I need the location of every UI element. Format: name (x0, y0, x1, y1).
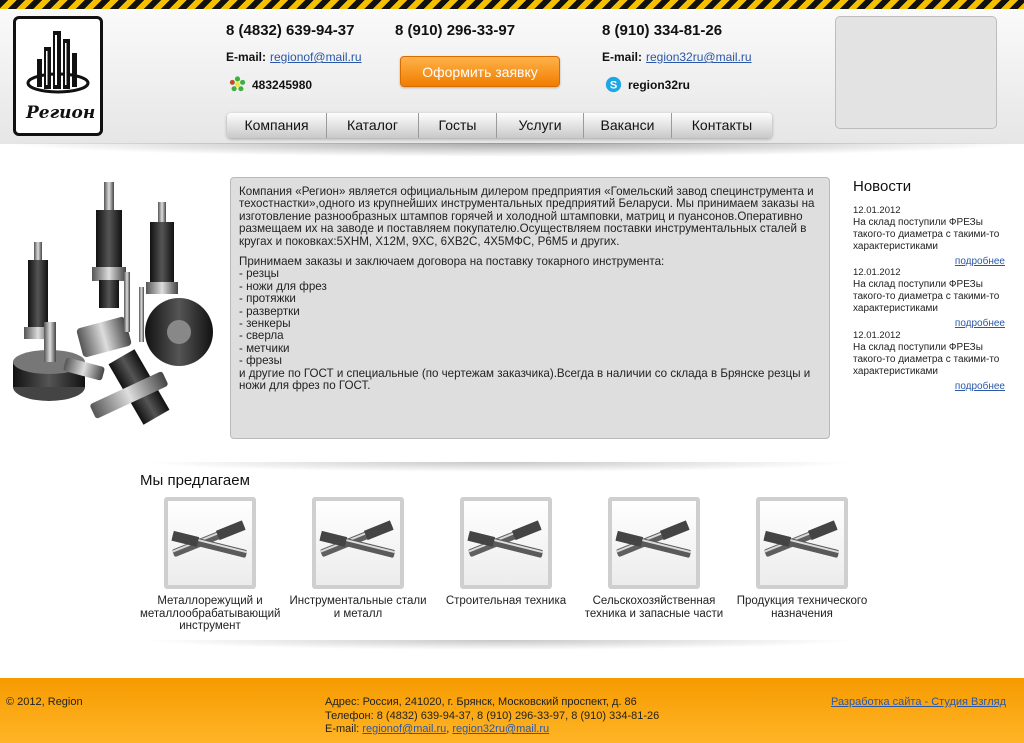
news-more-link[interactable]: подробнее (853, 381, 1005, 393)
skype-icon: S (605, 76, 622, 93)
taps-icon (319, 520, 396, 558)
nav-item-vacancies[interactable]: Ваканси (584, 113, 672, 138)
offer-card[interactable]: Сельскохозяйственная техника и запасные … (584, 497, 724, 620)
footer-email-row: E-mail: regionof@mail.ru, region32ru@mai… (325, 723, 550, 735)
list-item: - протяжки (239, 292, 296, 306)
tools-image (4, 172, 214, 457)
offer-image (608, 497, 700, 589)
section-divider (140, 640, 860, 650)
header-banner-placeholder (835, 16, 997, 129)
nav-item-contacts[interactable]: Контакты (672, 113, 772, 138)
logo-text: Регион (26, 103, 96, 123)
list-item: - зенкеры (239, 317, 291, 331)
footer-contacts: Адрес: Россия, 241020, г. Брянск, Москов… (325, 696, 659, 737)
footer-email-label: E-mail: (325, 723, 360, 735)
offer-card[interactable]: Металлорежущий и металлообрабатывающий и… (140, 497, 280, 633)
footer-address: Адрес: Россия, 241020, г. Брянск, Москов… (325, 696, 637, 708)
offer-image (460, 497, 552, 589)
taps-icon (615, 520, 692, 558)
email-label: E-mail: (226, 50, 267, 64)
nav-item-catalog[interactable]: Каталог (327, 113, 419, 138)
list-item: - развертки (239, 304, 300, 318)
about-outro: и другие по ГОСТ и специальные (по черте… (239, 366, 811, 393)
taps-icon (763, 520, 840, 558)
taps-icon (467, 520, 544, 558)
order-button[interactable]: Оформить заявку (400, 56, 560, 87)
email-row-2: E-mail: region32ru@mail.ru (602, 50, 752, 64)
header-shadow (0, 143, 1024, 157)
email-row-1: E-mail: regionof@mail.ru (226, 50, 362, 64)
email-label: E-mail: (602, 50, 643, 64)
offer-label: Сельскохозяйственная техника и запасные … (584, 595, 724, 620)
offer-image (164, 497, 256, 589)
nav-item-gosts[interactable]: Госты (419, 113, 497, 138)
skype-contact: S region32ru (605, 76, 690, 93)
about-intro: Принимаем заказы и заключаем договора на… (239, 255, 665, 269)
skyline-logo-icon (26, 31, 90, 94)
news-title: Новости (853, 178, 912, 195)
news-date: 12.01.2012 (853, 267, 901, 278)
offer-label: Инструментальные стали и металл (289, 595, 427, 620)
offers-title: Мы предлагаем (140, 472, 250, 489)
news-date: 12.01.2012 (853, 330, 901, 341)
offer-card[interactable]: Продукция технического назначения (732, 497, 872, 620)
offer-label: Металлорежущий и металлообрабатывающий и… (140, 595, 281, 632)
offer-image (312, 497, 404, 589)
offer-label: Продукция технического назначения (736, 595, 868, 620)
main-nav: Компания Каталог Госты Услуги Ваканси Ко… (227, 113, 772, 138)
tool-list: - резцы - ножи для фрез - протяжки - раз… (239, 267, 821, 368)
list-item: - метчики (239, 341, 290, 355)
news-item: 12.01.2012 На склад поступили ФРЕЗы тако… (853, 267, 1005, 330)
icq-flower-icon (229, 76, 246, 92)
news-item: 12.01.2012 На склад поступили ФРЕЗы тако… (853, 205, 1005, 268)
phone-1: 8 (4832) 639-94-37 (226, 22, 355, 39)
nav-item-company[interactable]: Компания (227, 113, 327, 138)
list-item: - сверла (239, 329, 284, 343)
news-item: 12.01.2012 На склад поступили ФРЕЗы тако… (853, 330, 1005, 393)
taps-icon (171, 520, 248, 558)
email-link-1[interactable]: regionof@mail.ru (270, 50, 362, 64)
icq-contact: 483245980 (229, 76, 312, 93)
list-item: - фрезы (239, 354, 282, 368)
nav-item-services[interactable]: Услуги (497, 113, 584, 138)
news-text: На склад поступили ФРЕЗы такого-то диаме… (853, 279, 1000, 314)
news-date: 12.01.2012 (853, 205, 901, 216)
offer-image (756, 497, 848, 589)
site-footer: © 2012, Region Адрес: Россия, 241020, г.… (0, 678, 1024, 743)
news-more-link[interactable]: подробнее (853, 318, 1005, 330)
list-item: - резцы (239, 267, 280, 281)
section-divider (140, 462, 860, 472)
news-text: На склад поступили ФРЕЗы такого-то диаме… (853, 342, 1000, 377)
offer-card[interactable]: Инструментальные стали и металл (288, 497, 428, 620)
site-logo[interactable]: Регион (13, 16, 103, 136)
list-item: - ножи для фрез (239, 279, 327, 293)
about-panel: Компания «Регион» является официальным д… (230, 177, 830, 439)
offer-card[interactable]: Строительная техника (436, 497, 576, 608)
footer-email-link-2[interactable]: region32ru@mail.ru (452, 723, 549, 735)
email-link-2[interactable]: region32ru@mail.ru (646, 50, 752, 64)
svg-text:S: S (610, 79, 617, 91)
copyright: © 2012, Region (6, 696, 83, 708)
developer-link[interactable]: Разработка сайта - Студия Взгляд (831, 696, 1006, 708)
footer-phones: Телефон: 8 (4832) 639-94-37, 8 (910) 296… (325, 709, 660, 722)
footer-email-link-1[interactable]: regionof@mail.ru (362, 723, 446, 735)
news-text: На склад поступили ФРЕЗы такого-то диаме… (853, 217, 1000, 252)
skype-name: region32ru (628, 77, 691, 92)
phone-2: 8 (910) 296-33-97 (395, 22, 516, 39)
about-paragraph-2: Принимаем заказы и заключаем договора на… (239, 255, 821, 393)
offer-label: Строительная техника (445, 595, 567, 607)
hazard-stripe (0, 0, 1024, 9)
about-paragraph-1: Компания «Регион» является официальным д… (239, 185, 815, 248)
icq-number: 483245980 (252, 77, 313, 92)
phone-3: 8 (910) 334-81-26 (602, 22, 723, 39)
